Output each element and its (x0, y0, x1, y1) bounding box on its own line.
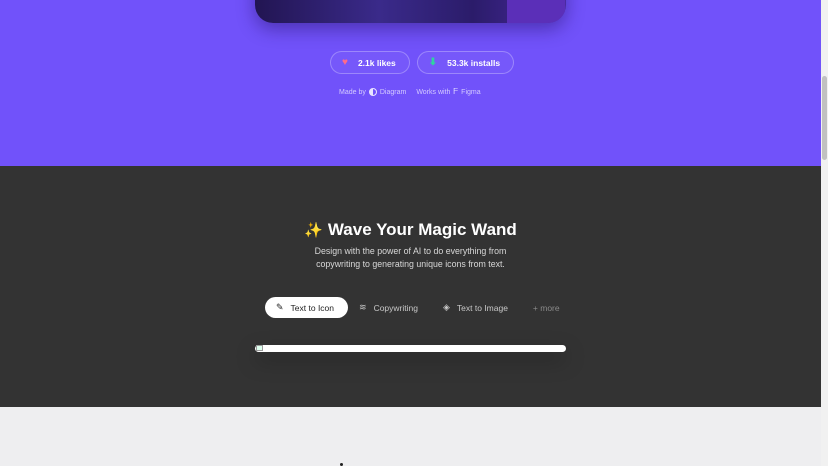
plugin-preview-image (255, 0, 566, 23)
tab-text-to-icon[interactable]: ✎ Text to Icon (265, 297, 349, 318)
feature-title: ✨ Wave Your Magic Wand (0, 220, 821, 240)
broken-image-icon (256, 345, 263, 351)
works-with-name: Figma (461, 88, 481, 96)
diagram-logo-icon (368, 88, 377, 96)
likes-count: 2.1k likes (357, 57, 396, 68)
feature-tabs: ✎ Text to Icon ≋ Copywriting ◈ Text to I… (265, 297, 574, 318)
made-by-label: Made by (339, 88, 366, 96)
works-with-label: Works with (416, 88, 451, 96)
download-icon: ⬇ (428, 56, 438, 68)
scrollbar-thumb[interactable] (822, 76, 827, 160)
credits-row: Made by Diagram Works with ᖴ Figma (339, 87, 481, 97)
tab-more[interactable]: + more (522, 297, 574, 318)
heart-icon: ♥ (342, 56, 348, 68)
stats-row: ♥ 2.1k likes ⬇ 53.3k installs (330, 51, 515, 74)
next-section (0, 407, 821, 466)
page-scrollbar[interactable] (821, 0, 828, 466)
feature-title-text: Wave Your Magic Wand (327, 220, 517, 239)
installs-button[interactable]: ⬇ 53.3k installs (416, 51, 515, 74)
tab-label: Text to Icon (290, 302, 335, 313)
hero-section: ♥ 2.1k likes ⬇ 53.3k installs Made by Di… (0, 0, 821, 166)
installs-count: 53.3k installs (447, 57, 501, 68)
figma-logo-icon: ᖴ (453, 87, 459, 96)
layers-icon: ◈ (442, 302, 450, 312)
feature-section (0, 166, 821, 407)
tab-copywriting[interactable]: ≋ Copywriting (348, 297, 432, 318)
lines-icon: ≋ (359, 302, 367, 312)
made-by-name: Diagram (379, 88, 407, 96)
tab-label: Text to Image (456, 302, 508, 313)
tab-label: Copywriting (373, 302, 418, 313)
tab-label: + more (532, 302, 560, 313)
likes-button[interactable]: ♥ 2.1k likes (330, 51, 410, 74)
works-with-link[interactable]: Works with ᖴ Figma (416, 87, 480, 97)
pen-tool-icon: ✎ (276, 302, 284, 312)
made-by-link[interactable]: Made by Diagram (339, 88, 406, 96)
preview-sidebar (507, 0, 565, 23)
magic-wand-icon: ✨ (304, 222, 323, 239)
tab-text-to-image[interactable]: ◈ Text to Image (432, 297, 522, 318)
feature-description: Design with the power of AI to do everyt… (314, 246, 507, 269)
feature-preview-image (255, 345, 566, 352)
